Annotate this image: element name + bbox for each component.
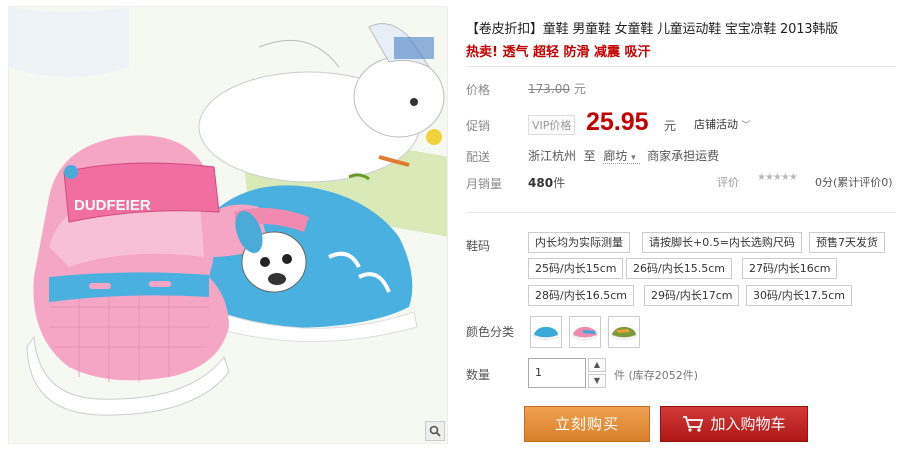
triangle-down-icon: ▼ <box>593 376 601 385</box>
sales-count: 480件 <box>528 174 565 191</box>
product-image[interactable]: DUDFEIER <box>8 6 448 444</box>
chevron-down-icon: ▾ <box>631 153 636 163</box>
add-to-cart-label: 加入购物车 <box>710 415 786 433</box>
shipping-info: 浙江杭州 至 廊坊 ▾ 商家承担运费 <box>528 147 719 164</box>
price-label: 价格 <box>466 83 491 97</box>
original-price-value: 173.00 <box>528 82 570 96</box>
shoe-thumbnail-icon <box>533 326 559 340</box>
size-option[interactable]: 29码/内长17cm <box>644 285 740 306</box>
chevron-down-icon: ﹀ <box>741 121 751 131</box>
quantity-decrease-button[interactable]: ▼ <box>588 374 606 388</box>
rating-count-link[interactable]: (累计评价0) <box>833 176 893 189</box>
store-promo-label: 店铺活动 <box>694 118 738 131</box>
cart-icon <box>683 416 704 432</box>
promo-price-unit: 元 <box>664 119 677 133</box>
magnifier-icon <box>429 425 441 437</box>
original-price: 173.00 元 <box>528 80 586 97</box>
quantity-input[interactable]: 1 <box>528 358 586 388</box>
size-label: 鞋码 <box>466 239 491 253</box>
rating-score-value: 0分 <box>815 176 833 189</box>
color-label: 颜色分类 <box>466 325 515 339</box>
ship-from: 浙江杭州 <box>528 149 577 163</box>
color-swatch-blue[interactable] <box>530 316 562 348</box>
rating-label: 评价 <box>717 176 739 189</box>
rating-stars: ★★★★★ <box>757 172 798 183</box>
shoe-brand-text: DUDFEIER <box>74 197 151 214</box>
color-swatch-green[interactable] <box>608 316 640 348</box>
shoe-thumbnail-icon <box>611 326 637 340</box>
divider <box>466 66 896 67</box>
product-photo: DUDFEIER <box>9 7 447 443</box>
shipping-label: 配送 <box>466 150 491 164</box>
add-to-cart-button[interactable]: 加入购物车 <box>660 406 808 442</box>
original-price-unit: 元 <box>573 82 586 96</box>
store-promo-dropdown[interactable]: 店铺活动 ﹀ <box>694 116 751 132</box>
buy-now-button[interactable]: 立刻购买 <box>524 406 650 442</box>
size-note[interactable]: 预售7天发货 <box>809 232 885 253</box>
stock-count: (库存2052件) <box>628 369 699 382</box>
sales-count-value: 480 <box>528 176 554 190</box>
stock-info: 件 (库存2052件) <box>614 367 698 383</box>
promo-price: 25.95 <box>586 108 649 136</box>
size-option[interactable]: 28码/内长16.5cm <box>528 285 634 306</box>
shoe-thumbnail-icon <box>572 326 598 340</box>
product-info-panel: 【卷皮折扣】童鞋 男童鞋 女童鞋 儿童运动鞋 宝宝凉鞋 2013韩版 热卖! 透… <box>466 0 896 452</box>
promo-label: 促销 <box>466 119 491 133</box>
size-option[interactable]: 26码/内长15.5cm <box>626 258 732 279</box>
zoom-button[interactable] <box>425 421 445 441</box>
size-option[interactable]: 27码/内长16cm <box>742 258 838 279</box>
size-option[interactable]: 30码/内长17.5cm <box>746 285 852 306</box>
size-option[interactable]: 25码/内长15cm <box>528 258 624 279</box>
rating-score: 0分(累计评价0) <box>815 174 893 190</box>
product-title: 【卷皮折扣】童鞋 男童鞋 女童鞋 儿童运动鞋 宝宝凉鞋 2013韩版 <box>466 22 838 37</box>
vip-price-badge: VIP价格 <box>528 115 576 135</box>
quantity-unit: 件 <box>614 369 625 382</box>
ship-to: 廊坊 <box>603 149 628 163</box>
shipping-fee-text: 商家承担运费 <box>647 149 720 163</box>
triangle-up-icon: ▲ <box>593 360 601 369</box>
ship-to-word: 至 <box>583 149 596 163</box>
size-note[interactable]: 内长均为实际测量 <box>528 232 630 253</box>
product-subtitle: 热卖! 透气 超轻 防滑 减震 吸汗 <box>466 45 651 60</box>
sales-label: 月销量 <box>466 177 503 191</box>
size-note[interactable]: 请按脚长+0.5=内长选购尺码 <box>642 232 802 253</box>
divider <box>466 212 896 213</box>
color-swatch-pink[interactable] <box>569 316 601 348</box>
quantity-increase-button[interactable]: ▲ <box>588 358 606 372</box>
sales-count-unit: 件 <box>553 176 566 190</box>
quantity-label: 数量 <box>466 368 491 382</box>
ship-to-dropdown[interactable]: 廊坊 ▾ <box>603 149 640 164</box>
